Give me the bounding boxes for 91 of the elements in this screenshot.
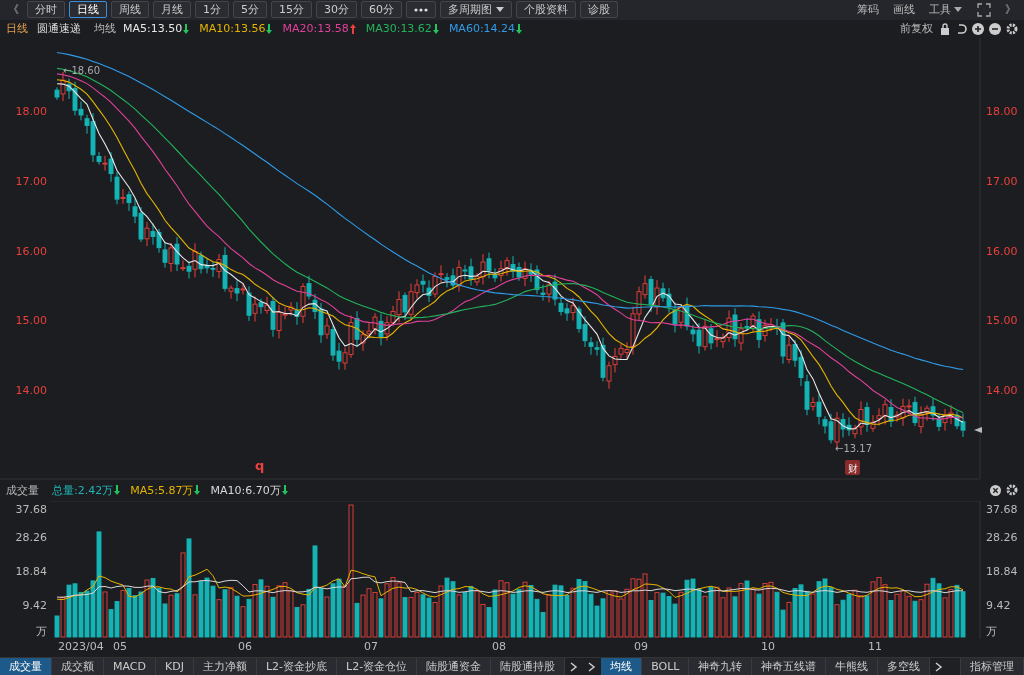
moving-average-value: MA10:13.56	[199, 22, 266, 36]
overlay-tab[interactable]: 多空线	[878, 658, 931, 675]
period-tab[interactable]: 15分	[271, 1, 312, 19]
period-tab[interactable]: 30分	[316, 1, 357, 19]
price-axis-label: 14.00	[986, 383, 1018, 397]
overlay-tab[interactable]: 牛熊线	[826, 658, 879, 675]
multi-period-dropdown[interactable]: 多周期图	[440, 1, 512, 19]
undo-icon[interactable]	[955, 22, 967, 35]
indicator-tab[interactable]: 陆股通持股	[491, 658, 566, 675]
volume-axis-label: 28.26	[15, 531, 47, 545]
period-tab[interactable]: 月线	[153, 1, 191, 19]
volume-title: 成交量	[6, 483, 39, 498]
indicator-tab[interactable]: 主力净额	[193, 658, 257, 675]
moving-average-value: MA20:13.58	[282, 22, 349, 36]
low-price-label: ←13.17	[835, 442, 872, 454]
settings-icon[interactable]	[1006, 484, 1018, 497]
settings-icon[interactable]	[1006, 22, 1018, 35]
period-label: 日线	[6, 21, 28, 37]
adjust-button[interactable]: 前复权	[900, 21, 933, 37]
price-axis-label: 15.00	[986, 313, 1018, 327]
date-axis-label: 10	[761, 640, 775, 654]
caret-icon	[496, 7, 504, 13]
date-axis-label: 09	[634, 640, 648, 654]
high-price-label: ←18.60	[63, 64, 100, 76]
stock-name: 圆通速递	[37, 21, 81, 37]
indicator-tab[interactable]: L2-资金抄底	[256, 658, 338, 675]
period-tab[interactable]: 60分	[361, 1, 402, 19]
volume-axis-label: 18.84	[986, 565, 1018, 579]
volume-axis-label: 9.42	[986, 599, 1011, 613]
date-axis-label: 11	[868, 640, 882, 654]
expand-button[interactable]: 》	[1001, 2, 1020, 18]
price-axis-label: 16.00	[15, 244, 47, 258]
overlay-tab[interactable]: BOLL	[642, 658, 690, 675]
date-axis-label: 2023/04	[58, 640, 104, 654]
price-axis-label: 17.00	[986, 174, 1018, 188]
overlay-tab[interactable]: 神奇五线谱	[752, 658, 827, 675]
indicator-label: 均线	[94, 21, 116, 37]
volume-axis-label: 万	[986, 625, 997, 639]
indicator-tab[interactable]: L2-资金仓位	[337, 658, 418, 675]
volume-stat: MA10:6.70万	[210, 483, 281, 498]
price-axis-label: 17.00	[15, 174, 47, 188]
volume-stat: 总量:2.42万	[52, 483, 114, 498]
lock-icon[interactable]	[940, 22, 950, 35]
event-marker[interactable]: q	[255, 457, 265, 473]
volume-axis-label: 18.84	[15, 565, 47, 579]
indicator-tab[interactable]: KDJ	[156, 658, 194, 675]
moving-average-value: MA5:13.50	[123, 22, 183, 36]
zoom-in-icon[interactable]	[972, 22, 984, 35]
volume-axis-label: 37.68	[15, 503, 47, 517]
period-tab[interactable]: 分时	[27, 1, 65, 19]
tool-menu[interactable]: 筹码	[857, 2, 879, 18]
moving-average-value: MA60:14.24	[448, 22, 516, 36]
price-axis-label: 16.00	[986, 244, 1018, 258]
toolbar-button[interactable]: 个股资料	[516, 1, 576, 19]
volume-axis-label: 万	[36, 625, 47, 639]
date-axis-label: 06	[238, 640, 252, 654]
moving-average-value: MA30:13.62	[365, 22, 432, 36]
indicator-management-button[interactable]: 指标管理	[960, 658, 1024, 675]
period-tab[interactable]: 日线	[69, 1, 107, 19]
more-button[interactable]	[406, 1, 436, 19]
close-icon[interactable]	[990, 485, 1001, 496]
toolbar-button[interactable]: 诊股	[580, 1, 618, 19]
date-axis-label: 08	[492, 640, 506, 654]
fullscreen-icon[interactable]	[977, 2, 991, 17]
indicator-tab[interactable]: 成交量	[0, 658, 52, 675]
zoom-out-icon[interactable]	[989, 22, 1001, 35]
collapse-button[interactable]: 《	[4, 2, 23, 18]
indicator-tab[interactable]: 陆股通资金	[417, 658, 492, 675]
price-axis-label: 18.00	[986, 104, 1018, 118]
price-axis-label: 15.00	[15, 313, 47, 327]
volume-axis-label: 9.42	[22, 599, 47, 613]
period-tab[interactable]: 1分	[195, 1, 229, 19]
caret-icon	[954, 7, 962, 13]
overlay-tab[interactable]: 神奇九转	[689, 658, 753, 675]
volume-axis-label: 28.26	[986, 531, 1018, 545]
period-tab[interactable]: 周线	[111, 1, 149, 19]
price-axis-label: 14.00	[15, 383, 47, 397]
overlay-tab[interactable]: 均线	[601, 658, 643, 675]
period-tab[interactable]: 5分	[233, 1, 267, 19]
volume-axis-label: 37.68	[986, 503, 1018, 517]
more-icon	[414, 7, 428, 12]
tool-menu[interactable]: 工具	[929, 2, 962, 18]
current-price-pointer-icon	[974, 426, 982, 433]
financial-report-badge[interactable]: 财	[845, 459, 860, 475]
volume-stat: MA5:5.87万	[130, 483, 194, 498]
indicator-tab[interactable]: 成交额	[52, 658, 104, 675]
date-axis-label: 05	[113, 640, 127, 654]
indicator-tab[interactable]: MACD	[104, 658, 156, 675]
price-axis-label: 18.00	[15, 104, 47, 118]
date-axis-label: 07	[364, 640, 378, 654]
tool-menu[interactable]: 画线	[893, 2, 915, 18]
